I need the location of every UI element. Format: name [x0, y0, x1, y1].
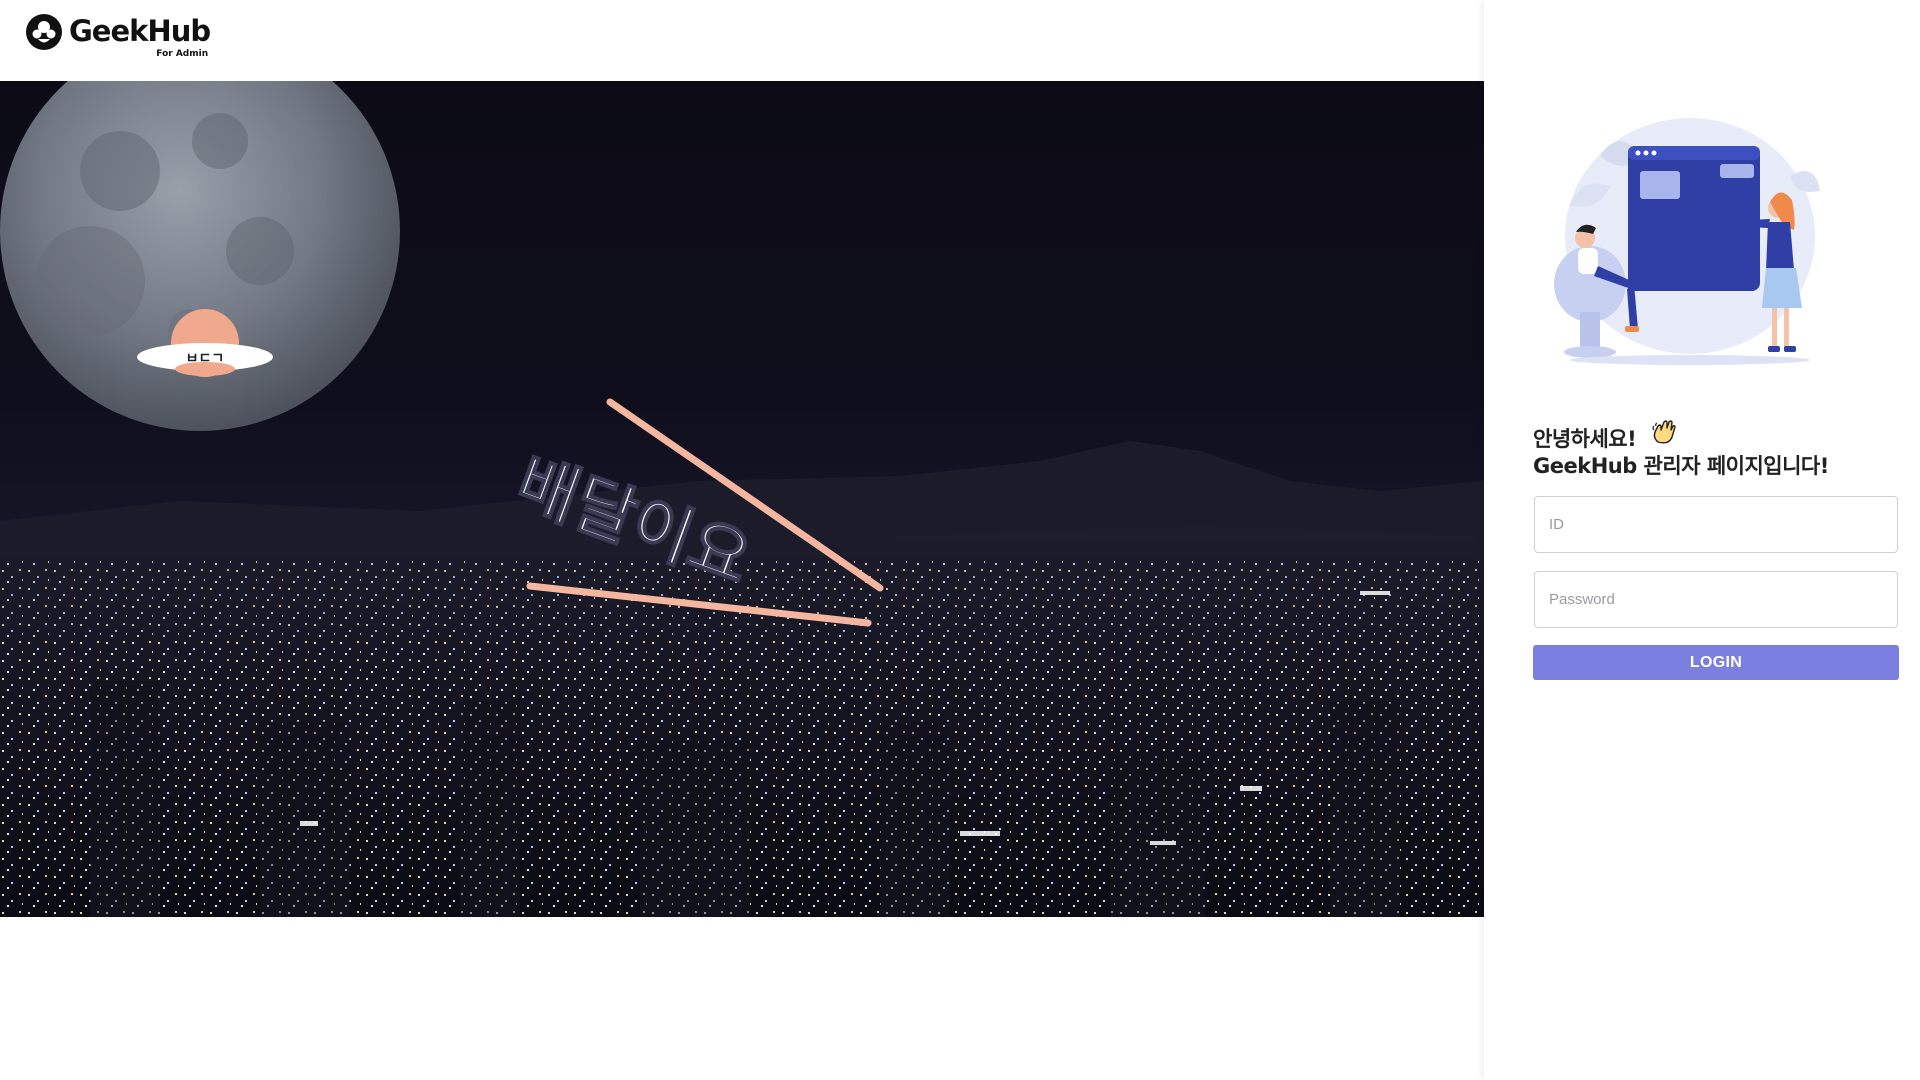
password-input[interactable]	[1534, 571, 1898, 628]
brand-logo[interactable]: GeekHub For Admin	[25, 13, 211, 65]
login-panel: 안녕하세요! GeekHub 관리자 페이지입니다! LOGIN	[1484, 0, 1920, 1080]
waving-hand-icon	[1651, 420, 1677, 453]
admin-illustration	[1554, 118, 1820, 365]
moon	[0, 81, 400, 431]
login-button[interactable]: LOGIN	[1533, 645, 1899, 680]
hero-image: ㅂㄷㄱ 배달이요	[0, 81, 1484, 917]
greeting-message: 안녕하세요! GeekHub 관리자 페이지입니다!	[1533, 420, 1829, 480]
brand-name: GeekHub	[69, 14, 211, 48]
hero-illustration: ㅂㄷㄱ 배달이요	[0, 81, 1484, 917]
id-input[interactable]	[1534, 496, 1898, 553]
ufo-text: ㅂㄷㄱ	[186, 351, 225, 367]
brand-subtitle: For Admin	[156, 49, 209, 59]
greeting-line1: 안녕하세요!	[1533, 427, 1637, 451]
logo-mark-icon	[26, 14, 62, 50]
greeting-line2: GeekHub 관리자 페이지입니다!	[1533, 454, 1829, 478]
left-area: GeekHub For Admin ㅂㄷㄱ 배달이요	[0, 0, 1484, 1080]
